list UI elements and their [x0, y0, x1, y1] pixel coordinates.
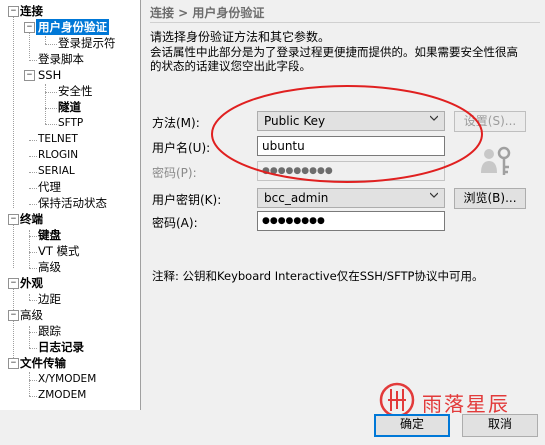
passphrase-input[interactable]: ●●●●●●●●	[257, 211, 445, 231]
tree-item-terminal[interactable]: 终端	[20, 211, 43, 227]
tree-item-appearance[interactable]: 外观	[20, 275, 43, 291]
category-tree[interactable]: − − − − − − − 连接 用户身份验证 登录提示符 登录脚本 SSH 安…	[0, 0, 141, 410]
collapse-icon[interactable]: −	[8, 310, 19, 321]
chevron-down-icon	[430, 115, 438, 121]
tree-item-security[interactable]: 安全性	[58, 83, 93, 99]
tree-item-margin[interactable]: 边距	[38, 291, 61, 307]
tree-item-serial[interactable]: SERIAL	[38, 163, 75, 179]
tree-item-trace[interactable]: 跟踪	[38, 323, 61, 339]
header-divider	[150, 22, 540, 23]
username-input[interactable]: ubuntu	[257, 136, 445, 156]
password-label: 密码(P):	[152, 166, 197, 180]
tree-item-login-prompt[interactable]: 登录提示符	[58, 35, 116, 51]
ok-button[interactable]: 确定	[374, 414, 450, 437]
tree-item-advanced[interactable]: 高级	[38, 259, 61, 275]
tree-item-tunnel[interactable]: 隧道	[58, 99, 81, 115]
collapse-icon[interactable]: −	[8, 6, 19, 17]
tree-item-log[interactable]: 日志记录	[38, 339, 84, 355]
user-key-label: 用户密钥(K):	[152, 193, 222, 207]
collapse-icon[interactable]: −	[8, 278, 19, 289]
password-input[interactable]: ●●●●●●●●●	[257, 161, 445, 181]
description-line-2: 的状态的话建议您空出此字段。	[150, 59, 311, 73]
method-value: Public Key	[264, 114, 326, 128]
tree-item-file-transfer[interactable]: 文件传输	[20, 355, 66, 371]
browse-button[interactable]: 浏览(B)...	[454, 188, 526, 209]
collapse-icon[interactable]: −	[8, 214, 19, 225]
tree-item-zmodem[interactable]: ZMODEM	[38, 387, 86, 403]
intro-text: 请选择身份验证方法和其它参数。	[150, 30, 331, 44]
user-key-icon	[481, 146, 511, 175]
tree-item-login-script[interactable]: 登录脚本	[38, 51, 84, 67]
collapse-icon[interactable]: −	[24, 22, 35, 33]
tree-item-telnet[interactable]: TELNET	[38, 131, 78, 147]
tree-item-xymodem[interactable]: X/YMODEM	[38, 371, 96, 387]
passphrase-label: 密码(A):	[152, 216, 198, 230]
tree-item-sftp[interactable]: SFTP	[58, 115, 83, 131]
method-label: 方法(M):	[152, 116, 200, 130]
tree-item-connection[interactable]: 连接	[20, 3, 43, 19]
tree-item-auth[interactable]: 用户身份验证	[36, 19, 109, 35]
username-label: 用户名(U):	[152, 141, 211, 155]
tree-item-advanced-2[interactable]: 高级	[20, 307, 43, 323]
tree-item-keyboard[interactable]: 键盘	[38, 227, 61, 243]
tree-item-vt-mode[interactable]: VT 模式	[38, 243, 80, 259]
note-text: 注释: 公钥和Keyboard Interactive仅在SSH/SFTP协议中…	[152, 269, 484, 283]
tree-item-rlogin[interactable]: RLOGIN	[38, 147, 78, 163]
watermark-text: 雨落星辰	[422, 392, 510, 416]
collapse-icon[interactable]: −	[24, 70, 35, 81]
settings-button[interactable]: 设置(S)...	[454, 111, 526, 132]
breadcrumb: 连接 > 用户身份验证	[150, 6, 265, 20]
collapse-icon[interactable]: −	[8, 358, 19, 369]
tree-item-ssh[interactable]: SSH	[38, 67, 61, 83]
user-key-value: bcc_admin	[264, 191, 329, 205]
chevron-down-icon	[430, 192, 438, 198]
tree-item-proxy[interactable]: 代理	[38, 179, 61, 195]
method-select[interactable]: Public Key	[257, 111, 445, 131]
tree-item-keepalive[interactable]: 保持活动状态	[38, 195, 107, 211]
cancel-button[interactable]: 取消	[462, 414, 538, 437]
user-key-select[interactable]: bcc_admin	[257, 188, 445, 208]
